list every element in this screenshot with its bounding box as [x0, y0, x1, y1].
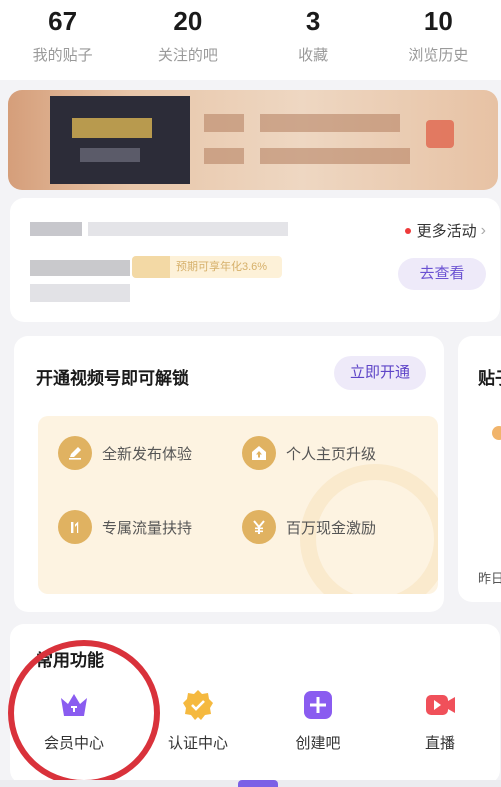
benefit-item: 全新发布体验: [58, 436, 192, 470]
yield-tag-text: 预期可享年化3.6%: [176, 261, 268, 273]
blurred-text: [30, 260, 130, 276]
crown-icon: [57, 688, 91, 722]
blurred-text: [30, 284, 130, 302]
banner-image: [50, 96, 190, 184]
side-card-date: 昨日: [478, 571, 501, 586]
activity-card: 预期可享年化3.6% 更多活动 › 去查看: [10, 198, 500, 322]
yuan-icon: [242, 510, 276, 544]
func-label: 会员中心: [43, 735, 104, 752]
stats-row: 67 我的贴子 20 关注的吧 3 收藏 10 浏览历史: [0, 0, 501, 80]
video-unlock-card: 开通视频号即可解锁 立即开通 全新发布体验 个人主页升级 专属流量扶持 百万现金…: [14, 336, 444, 612]
red-dot-icon: [404, 227, 411, 234]
func-label: 创建吧: [295, 735, 341, 752]
stat-followed-bars[interactable]: 20 关注的吧: [125, 0, 250, 80]
promo-banner[interactable]: [8, 90, 498, 190]
benefit-label: 全新发布体验: [102, 445, 193, 463]
stat-label: 我的贴子: [32, 47, 93, 64]
benefit-label: 个人主页升级: [286, 445, 377, 463]
plus-square-icon: [301, 688, 335, 722]
verified-badge-icon: [181, 688, 215, 722]
video-camera-icon: [423, 688, 457, 722]
stat-label: 浏览历史: [408, 47, 469, 64]
stat-value: 10: [423, 6, 453, 36]
pen-icon: [58, 436, 92, 470]
benefit-label: 百万现金激励: [286, 519, 377, 537]
benefit-item: 百万现金激励: [242, 510, 376, 544]
yield-tag: 预期可享年化3.6%: [132, 256, 282, 278]
stat-history[interactable]: 10 浏览历史: [376, 0, 501, 80]
benefit-item: 个人主页升级: [242, 436, 376, 470]
stat-value: 67: [48, 6, 78, 36]
func-live[interactable]: 直播: [390, 688, 490, 753]
benefit-item: 专属流量扶持: [58, 510, 192, 544]
open-now-button[interactable]: 立即开通: [334, 356, 426, 390]
stat-my-posts[interactable]: 67 我的贴子: [0, 0, 125, 80]
stat-label: 关注的吧: [157, 47, 218, 64]
blurred-text: [88, 222, 288, 236]
side-card-title: 贴子: [478, 369, 501, 388]
more-activity-link[interactable]: 更多活动 ›: [404, 220, 486, 241]
benefits-panel: 全新发布体验 个人主页升级 专属流量扶持 百万现金激励: [38, 416, 438, 594]
unlock-title: 开通视频号即可解锁: [36, 369, 189, 388]
more-activity-label: 更多活动: [416, 223, 477, 240]
active-tab-indicator: [238, 780, 278, 787]
stat-value: 3: [305, 6, 321, 36]
func-label: 直播: [424, 735, 455, 752]
stat-favorites[interactable]: 3 收藏: [251, 0, 376, 80]
traffic-icon: [58, 510, 92, 544]
func-label: 认证中心: [167, 735, 228, 752]
banner-badge-icon: [426, 120, 454, 148]
bottom-tab-bar: [0, 780, 501, 787]
stat-label: 收藏: [298, 47, 329, 64]
stat-value: 20: [173, 6, 203, 36]
side-card-icon: [492, 426, 501, 440]
go-see-button[interactable]: 去查看: [398, 258, 486, 290]
chevron-right-icon: ›: [480, 221, 486, 239]
blurred-text: [30, 222, 82, 236]
func-member-center[interactable]: 会员中心: [24, 688, 124, 753]
func-verification-center[interactable]: 认证中心: [148, 688, 248, 753]
func-create-bar[interactable]: 创建吧: [268, 688, 368, 753]
benefit-label: 专属流量扶持: [102, 519, 193, 537]
common-functions-card: 常用功能 会员中心 认证中心 创建吧 直播: [10, 624, 500, 784]
functions-title: 常用功能: [36, 651, 104, 670]
home-up-icon: [242, 436, 276, 470]
side-card[interactable]: 贴子 昨日: [458, 336, 501, 602]
